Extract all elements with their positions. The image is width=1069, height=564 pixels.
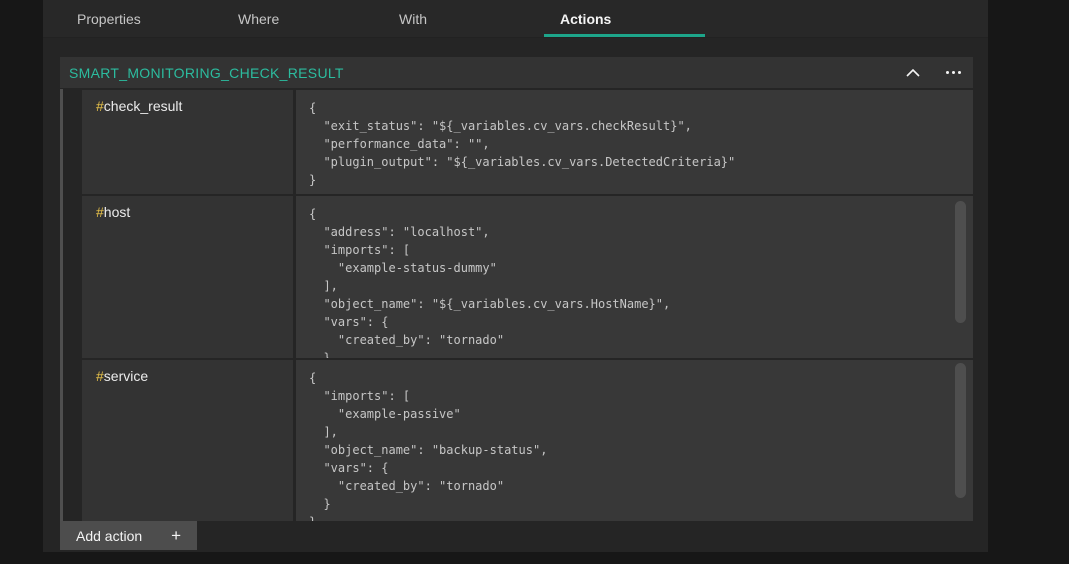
action-payload-editor-check-result[interactable]: { "exit_status": "${_variables.cv_vars.c… xyxy=(296,90,973,194)
overflow-menu-button[interactable] xyxy=(933,57,973,88)
action-key-host: #host xyxy=(82,196,293,358)
action-key-label: check_result xyxy=(104,98,183,114)
action-row-host: #host { "address": "localhost", "imports… xyxy=(82,196,973,358)
tab-actions[interactable]: Actions xyxy=(544,0,705,37)
json-code: { "exit_status": "${_variables.cv_vars.c… xyxy=(309,99,949,189)
action-card-controls xyxy=(893,57,973,88)
hash-prefix: # xyxy=(96,98,104,114)
action-row-service: #service { "imports": [ "example-passive… xyxy=(82,360,973,521)
action-card-header: SMART_MONITORING_CHECK_RESULT xyxy=(60,57,973,88)
chevron-up-icon xyxy=(906,65,920,80)
json-code: { "imports": [ "example-passive" ], "obj… xyxy=(309,369,949,521)
tab-properties[interactable]: Properties xyxy=(61,0,222,37)
tab-bar: Properties Where With Actions xyxy=(43,0,988,38)
hash-prefix: # xyxy=(96,204,104,220)
add-action-button[interactable]: Add action + xyxy=(60,521,197,550)
action-key-label: service xyxy=(104,368,148,384)
scrollbar-thumb[interactable] xyxy=(955,201,966,323)
rule-editor-panel: Properties Where With Actions SMART_MONI… xyxy=(43,0,988,552)
overflow-menu-icon xyxy=(946,71,961,74)
plus-icon: + xyxy=(171,526,181,546)
hash-prefix: # xyxy=(96,368,104,384)
action-card-title: SMART_MONITORING_CHECK_RESULT xyxy=(69,65,344,81)
action-payload-editor-host[interactable]: { "address": "localhost", "imports": [ "… xyxy=(296,196,973,358)
add-action-label: Add action xyxy=(76,528,142,544)
tab-where[interactable]: Where xyxy=(222,0,383,37)
action-payload-editor-service[interactable]: { "imports": [ "example-passive" ], "obj… xyxy=(296,360,973,521)
action-key-service: #service xyxy=(82,360,293,521)
collapse-button[interactable] xyxy=(893,57,933,88)
indent-guide xyxy=(60,89,63,521)
action-key-check-result: #check_result xyxy=(82,90,293,194)
action-card: SMART_MONITORING_CHECK_RESULT #check_res… xyxy=(60,57,973,521)
tab-with[interactable]: With xyxy=(383,0,544,37)
action-row-check-result: #check_result { "exit_status": "${_varia… xyxy=(82,90,973,194)
scrollbar-thumb[interactable] xyxy=(955,363,966,498)
json-code: { "address": "localhost", "imports": [ "… xyxy=(309,205,949,358)
action-key-label: host xyxy=(104,204,130,220)
action-card-body: #check_result { "exit_status": "${_varia… xyxy=(60,88,973,521)
